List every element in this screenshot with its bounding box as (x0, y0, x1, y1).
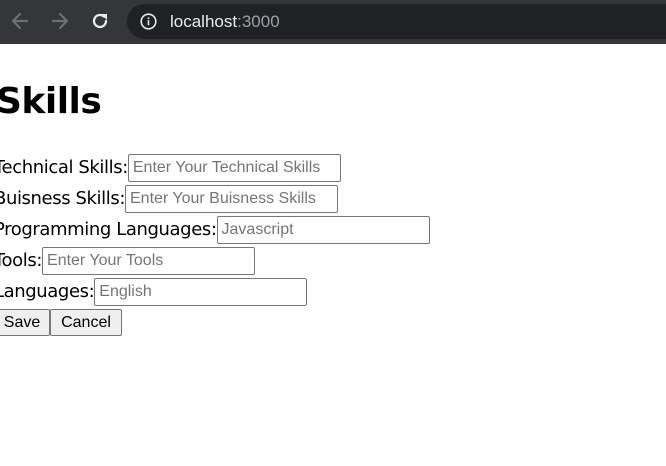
arrow-right-icon (51, 12, 69, 30)
forward-button[interactable] (47, 8, 73, 34)
tools-input[interactable] (42, 247, 256, 275)
address-bar[interactable]: localhost:3000 (127, 4, 666, 39)
page-title: Skills (0, 81, 102, 122)
info-icon[interactable] (140, 13, 157, 30)
business-skills-input[interactable] (125, 185, 338, 213)
technical-skills-input[interactable] (127, 154, 341, 182)
save-button[interactable]: Save (0, 309, 50, 336)
technical-skills-label: Technical Skills: (0, 157, 128, 178)
technical-skills-row: Technical Skills: (0, 154, 341, 182)
url-text: localhost:3000 (170, 12, 280, 32)
arrow-left-icon (11, 12, 29, 30)
url-port: :3000 (237, 12, 280, 31)
reload-button[interactable] (87, 8, 113, 34)
browser-toolbar: localhost:3000 (0, 0, 666, 44)
url-host: localhost (170, 12, 238, 31)
reload-icon (92, 13, 108, 29)
programming-languages-row: Programming Languages: (0, 216, 430, 244)
programming-languages-input[interactable] (216, 216, 430, 244)
languages-input[interactable] (94, 278, 308, 306)
page-content: Skills Technical Skills: Buisness Skills… (0, 44, 666, 466)
tools-row: Tools: (0, 247, 256, 275)
back-button[interactable] (7, 8, 33, 34)
languages-label: Languages: (0, 281, 95, 302)
cancel-button[interactable]: Cancel (50, 309, 122, 336)
tools-label: Tools: (0, 250, 43, 271)
languages-row: Languages: (0, 278, 308, 306)
form-actions: Save Cancel (0, 309, 122, 336)
programming-languages-label: Programming Languages: (0, 219, 217, 240)
business-skills-row: Buisness Skills: (0, 185, 338, 213)
business-skills-label: Buisness Skills: (0, 188, 125, 209)
